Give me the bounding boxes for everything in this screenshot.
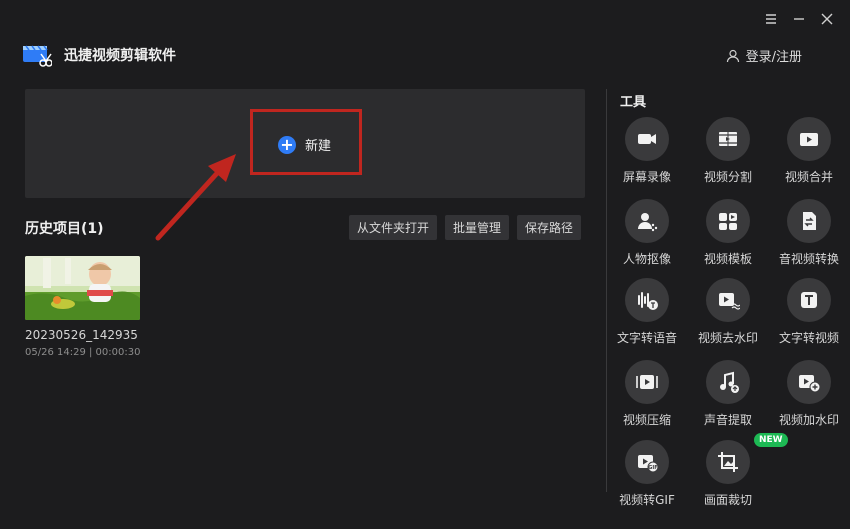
minimize-button[interactable] bbox=[790, 10, 808, 28]
tool-label: 人物抠像 bbox=[622, 252, 671, 266]
tool-label: 文字转语音 bbox=[616, 331, 677, 345]
baby-photo-icon bbox=[25, 256, 140, 320]
app-title: 迅捷视频剪辑软件 bbox=[64, 48, 176, 64]
tool-icon-wrap bbox=[625, 117, 669, 161]
compress-icon bbox=[636, 375, 658, 389]
tool-label: 视频压缩 bbox=[622, 413, 671, 427]
camera-icon bbox=[638, 134, 656, 144]
tool-video-merge[interactable]: 视频合并 bbox=[769, 117, 849, 185]
new-badge: NEW bbox=[754, 433, 788, 447]
music-note-icon bbox=[720, 371, 739, 393]
svg-text:GIF: GIF bbox=[648, 465, 657, 471]
tool-label: 音视频转换 bbox=[778, 252, 839, 266]
tool-crop[interactable]: NEW 画面裁切 bbox=[688, 433, 788, 508]
film-split-icon bbox=[719, 131, 737, 147]
tool-label: 视频合并 bbox=[784, 170, 833, 184]
add-watermark-icon bbox=[799, 375, 821, 393]
tool-label: 画面裁切 bbox=[703, 493, 752, 507]
person-cutout-icon bbox=[638, 213, 658, 232]
tool-label: 视频加水印 bbox=[778, 413, 839, 427]
tool-icon-wrap bbox=[625, 199, 669, 243]
tool-remove-watermark[interactable]: 视频去水印 bbox=[688, 278, 768, 346]
tool-video-to-gif[interactable]: GIF 视频转GIF bbox=[607, 440, 687, 508]
batch-manage-button[interactable]: 批量管理 bbox=[445, 215, 510, 240]
user-icon bbox=[726, 49, 739, 62]
tool-label: 视频去水印 bbox=[697, 331, 758, 345]
history-actions: 从文件夹打开 批量管理 保存路径 bbox=[349, 215, 582, 240]
text-to-video-icon bbox=[801, 292, 817, 308]
tools-title: 工具 bbox=[620, 95, 647, 110]
save-path-button[interactable]: 保存路径 bbox=[517, 215, 582, 240]
tool-av-convert[interactable]: 音视频转换 bbox=[769, 199, 849, 267]
project-meta: 05/26 14:29 | 00:00:30 bbox=[25, 347, 141, 358]
tool-label: 视频转GIF bbox=[619, 493, 675, 507]
tool-icon-wrap bbox=[787, 360, 831, 404]
login-label: 登录/注册 bbox=[745, 50, 802, 65]
video-merge-icon bbox=[800, 133, 818, 146]
tool-icon-wrap bbox=[787, 117, 831, 161]
tool-icon-wrap bbox=[706, 278, 750, 322]
tool-icon-wrap bbox=[625, 360, 669, 404]
tool-icon-wrap bbox=[706, 199, 750, 243]
remove-watermark-icon bbox=[719, 293, 740, 310]
tool-icon-wrap: GIF bbox=[625, 440, 669, 484]
highlight-box bbox=[250, 109, 362, 175]
tool-icon-wrap bbox=[706, 360, 750, 404]
tool-video-compress[interactable]: 视频压缩 bbox=[607, 360, 687, 428]
menu-button[interactable] bbox=[762, 10, 780, 28]
convert-icon bbox=[803, 212, 816, 230]
tool-video-split[interactable]: 视频分割 bbox=[688, 117, 768, 185]
close-button[interactable] bbox=[818, 10, 836, 28]
tool-label: 声音提取 bbox=[703, 413, 752, 427]
close-icon bbox=[821, 13, 833, 25]
tool-person-cutout[interactable]: 人物抠像 bbox=[607, 199, 687, 267]
app-logo-icon bbox=[23, 45, 52, 67]
minimize-icon bbox=[794, 18, 804, 20]
tool-video-template[interactable]: 视频模板 bbox=[688, 199, 768, 267]
tool-label: 视频模板 bbox=[703, 252, 752, 266]
app-brand: 迅捷视频剪辑软件 bbox=[22, 42, 176, 68]
template-icon bbox=[719, 213, 737, 230]
gif-icon: GIF bbox=[638, 455, 659, 473]
tool-icon-wrap bbox=[625, 278, 669, 322]
tool-label: 视频分割 bbox=[703, 170, 752, 184]
tool-label: 文字转视频 bbox=[778, 331, 839, 345]
open-folder-button[interactable]: 从文件夹打开 bbox=[349, 215, 438, 240]
tool-label: 屏幕录像 bbox=[622, 170, 671, 184]
project-name: 20230526_142935 bbox=[25, 328, 138, 342]
tool-icon-wrap bbox=[787, 199, 831, 243]
text-to-speech-icon bbox=[638, 292, 658, 310]
window-controls bbox=[762, 10, 836, 28]
tool-audio-extract[interactable]: 声音提取 bbox=[688, 360, 768, 428]
tool-icon-wrap bbox=[787, 278, 831, 322]
tool-icon-wrap bbox=[706, 117, 750, 161]
login-button[interactable]: 登录/注册 bbox=[726, 46, 802, 65]
annotation-arrow-icon bbox=[155, 154, 236, 241]
tool-add-watermark[interactable]: 视频加水印 bbox=[769, 360, 849, 428]
tool-text-to-speech[interactable]: 文字转语音 bbox=[607, 278, 687, 346]
project-thumbnail[interactable] bbox=[25, 256, 140, 320]
menu-icon bbox=[766, 14, 776, 24]
tool-text-to-video[interactable]: 文字转视频 bbox=[769, 278, 849, 346]
tool-icon-wrap: NEW bbox=[706, 433, 788, 484]
history-title: 历史项目(1) bbox=[25, 221, 104, 237]
crop-icon bbox=[718, 452, 738, 472]
tool-screen-record[interactable]: 屏幕录像 bbox=[607, 117, 687, 185]
